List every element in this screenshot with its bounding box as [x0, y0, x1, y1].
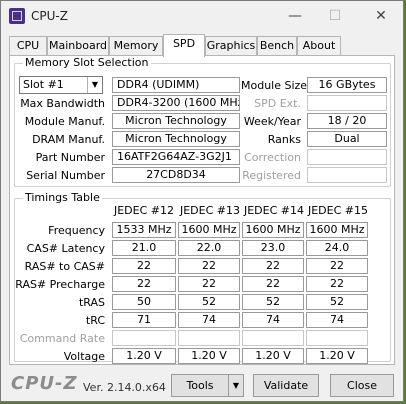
cpuz-app-icon: [9, 8, 25, 24]
part-number-label: Part Number: [35, 151, 105, 164]
timing-cell: [242, 330, 304, 346]
max-bandwidth-value: DDR4-3200 (1600 MHz): [112, 95, 240, 111]
tab-bench[interactable]: Bench: [257, 36, 297, 55]
version-label: Ver. 2.14.0.x64: [83, 381, 166, 394]
module-manuf-label: Module Manuf.: [24, 115, 105, 128]
timing-cell: 1.20 V: [112, 348, 176, 364]
timing-cell: 1600 MHz: [242, 222, 304, 238]
timing-cell: 1600 MHz: [178, 222, 240, 238]
footer-bar: CPU-Z Ver. 2.14.0.x64 Tools ▼ Validate C…: [1, 367, 403, 401]
timing-cell: 52: [306, 294, 368, 310]
timing-cell: 50: [112, 294, 176, 310]
correction-label: Correction: [244, 151, 301, 164]
tab-about[interactable]: About: [297, 36, 341, 55]
minimize-button[interactable]: —: [281, 5, 309, 27]
module-manuf-value: Micron Technology: [112, 113, 240, 129]
tab-spd[interactable]: SPD: [163, 34, 205, 57]
close-window-button[interactable]: ✕: [367, 5, 395, 27]
module-size-label: Module Size: [241, 79, 308, 92]
dram-manuf-value: Micron Technology: [112, 131, 240, 147]
spd-ext-value: [307, 95, 387, 111]
memory-slot-selection-group: Memory Slot Selection Slot #1 ▼ DDR4 (UD…: [14, 56, 391, 187]
tab-graphics[interactable]: Graphics: [205, 36, 257, 55]
row-label: Voltage: [63, 350, 105, 363]
part-number-value: 16ATF2G64AZ-3G2J1: [112, 149, 240, 165]
timing-cell: 22: [112, 276, 176, 292]
slot-dropdown-value: Slot #1: [23, 78, 64, 91]
serial-number-label: Serial Number: [26, 169, 105, 182]
column-header: JEDEC #15: [307, 204, 368, 217]
row-label: tRAS: [78, 296, 105, 309]
tab-memory[interactable]: Memory: [109, 36, 163, 55]
tools-dropdown-arrow[interactable]: ▼: [228, 374, 244, 397]
window-title: CPU-Z: [31, 9, 68, 23]
cpuz-window: CPU-Z — ☐ ✕ CPU Mainboard Memory SPD Gra…: [0, 0, 404, 402]
timing-cell: 1533 MHz: [112, 222, 176, 238]
timing-cell: 24.0: [306, 240, 368, 256]
spd-panel: Memory Slot Selection Slot #1 ▼ DDR4 (UD…: [9, 55, 395, 365]
timing-cell: 22: [242, 276, 304, 292]
timings-table-group: Timings Table JEDEC #12 JEDEC #13 JEDEC …: [14, 191, 391, 364]
timing-cell: 1.20 V: [306, 348, 368, 364]
timing-cell: 21.0: [112, 240, 176, 256]
module-size-value: 16 GBytes: [307, 77, 387, 93]
ranks-label: Ranks: [267, 133, 301, 146]
serial-number-value: 27CD8D34: [112, 167, 240, 183]
row-label: CAS# Latency: [26, 242, 105, 255]
timing-cell: 22: [178, 276, 240, 292]
timing-cell: 22: [306, 258, 368, 274]
column-header: JEDEC #13: [179, 204, 240, 217]
tab-cpu[interactable]: CPU: [9, 36, 47, 55]
spd-ext-label: SPD Ext.: [254, 97, 301, 110]
row-label: Command Rate: [19, 332, 105, 345]
column-header: JEDEC #14: [243, 204, 304, 217]
cpuz-logo: CPU-Z: [11, 373, 78, 394]
timing-cell: 22: [112, 258, 176, 274]
column-header: JEDEC #12: [113, 204, 174, 217]
memory-slot-selection-title: Memory Slot Selection: [23, 56, 151, 69]
row-label: RAS# to CAS#: [24, 260, 105, 273]
row-label: Frequency: [48, 224, 105, 237]
validate-button[interactable]: Validate: [253, 374, 319, 397]
timing-cell: 22: [306, 276, 368, 292]
timing-cell: 74: [242, 312, 304, 328]
row-label: RAS# Precharge: [15, 278, 105, 291]
chevron-down-icon[interactable]: ▼: [87, 77, 102, 93]
timing-cell: [306, 330, 368, 346]
timing-cell: [178, 330, 240, 346]
timing-cell: 74: [178, 312, 240, 328]
timing-cell: 71: [112, 312, 176, 328]
week-year-label: Week/Year: [243, 115, 301, 128]
timing-cell: 22: [178, 258, 240, 274]
week-year-value: 18 / 20: [307, 113, 387, 129]
close-button[interactable]: Close: [330, 374, 394, 397]
timing-cell: 1.20 V: [178, 348, 240, 364]
timing-cell: 1.20 V: [242, 348, 304, 364]
timing-cell: 22.0: [178, 240, 240, 256]
dram-manuf-label: DRAM Manuf.: [32, 133, 105, 146]
timing-cell: 22: [242, 258, 304, 274]
slot-type-value: DDR4 (UDIMM): [112, 77, 240, 93]
max-bandwidth-label: Max Bandwidth: [20, 97, 105, 110]
timing-cell: 23.0: [242, 240, 304, 256]
timing-cell: 1600 MHz: [306, 222, 368, 238]
maximize-button[interactable]: ☐: [321, 5, 349, 27]
correction-value: [307, 149, 387, 165]
registered-label: Registered: [242, 169, 301, 182]
title-bar: CPU-Z — ☐ ✕: [1, 1, 403, 31]
row-label: tRC: [85, 314, 105, 327]
timing-cell: 52: [242, 294, 304, 310]
slot-dropdown[interactable]: Slot #1 ▼: [19, 76, 103, 94]
timing-cell: 74: [306, 312, 368, 328]
registered-value: [307, 167, 387, 183]
tab-mainboard[interactable]: Mainboard: [47, 36, 109, 55]
tools-button[interactable]: Tools: [171, 374, 229, 397]
timings-table-title: Timings Table: [23, 191, 102, 204]
ranks-value: Dual: [307, 131, 387, 147]
timing-cell: [112, 330, 176, 346]
timing-cell: 52: [178, 294, 240, 310]
